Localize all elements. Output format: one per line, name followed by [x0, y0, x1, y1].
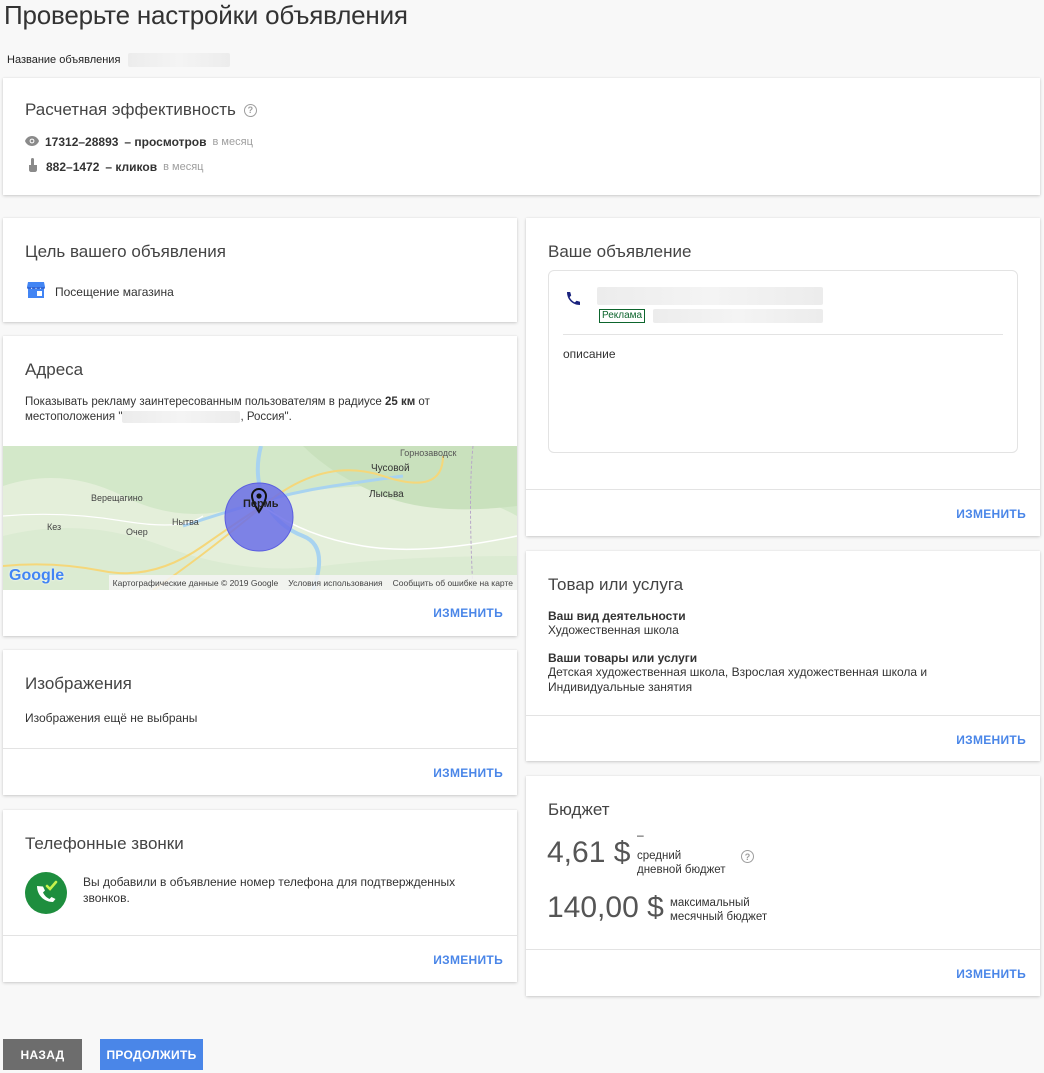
- map-label-place: Чусовой: [371, 463, 410, 474]
- activity-label: Ваш вид деятельности: [548, 609, 686, 623]
- divider: [563, 334, 1003, 335]
- help-icon[interactable]: ?: [243, 103, 257, 117]
- map-label-city: Пермь: [243, 498, 279, 510]
- ad-name-value-blurred: [128, 53, 231, 67]
- touch-icon: [28, 158, 38, 175]
- performance-title: Расчетная эффективность ?: [25, 100, 257, 120]
- ad-description: описание: [563, 347, 616, 361]
- images-card: Изображения Изображения ещё не выбраны И…: [3, 650, 517, 795]
- page-title: Проверьте настройки объявления: [4, 0, 408, 30]
- addresses-change-button[interactable]: ИЗМЕНИТЬ: [433, 606, 503, 620]
- goods-label: Ваши товары или услуги: [548, 651, 698, 665]
- divider: [3, 748, 517, 749]
- daily-amount: 4,61 $: [547, 836, 631, 869]
- help-icon[interactable]: ?: [741, 850, 754, 863]
- map-label-place: Кез: [47, 522, 62, 532]
- divider: [526, 715, 1040, 716]
- images-text: Изображения ещё не выбраны: [25, 711, 198, 725]
- performance-card: Расчетная эффективность ? 17312–28893 – …: [3, 78, 1040, 195]
- your-ad-change-button[interactable]: ИЗМЕНИТЬ: [956, 507, 1026, 521]
- divider: [3, 935, 517, 936]
- goods-value: Детская художественная школа, Взрослая х…: [548, 665, 928, 694]
- addresses-card: Адреса Показывать рекламу заинтересованн…: [3, 336, 517, 636]
- addresses-radius: 25 км: [384, 396, 416, 408]
- addresses-location-blurred: [122, 410, 241, 423]
- clicks-range: 882–1472: [46, 159, 100, 174]
- your-ad-title: Ваше объявление: [548, 242, 692, 261]
- phone-icon: [565, 291, 581, 312]
- store-icon: [26, 280, 46, 304]
- monthly-amount: 140,00 $: [547, 891, 664, 924]
- addresses-location-prefix: местоположения ": [25, 411, 123, 423]
- budget-title: Бюджет: [548, 800, 610, 819]
- your-ad-card: Ваше объявление Реклама описание ИЗМЕНИТ…: [526, 218, 1040, 536]
- divider: [526, 489, 1040, 490]
- ad-name-row: Название объявления: [7, 53, 231, 67]
- map-footer: Картографические данные © 2019 Google Ус…: [108, 575, 517, 590]
- product-card: Товар или услуга Ваш вид деятельности Ху…: [526, 551, 1040, 761]
- map-data-credit: Картографические данные © 2019 Google: [112, 577, 279, 588]
- map-label-place: Горнозаводск: [400, 448, 457, 458]
- phone-verified-icon: [25, 872, 67, 919]
- addresses-text-before: Показывать рекламу заинтересованным поль…: [25, 396, 385, 408]
- goal-row: Посещение магазина: [26, 280, 174, 304]
- daily-label: средний дневной бюджет: [637, 849, 726, 877]
- images-change-button[interactable]: ИЗМЕНИТЬ: [433, 766, 503, 780]
- calls-text: Вы добавили в объявление номер телефона …: [83, 875, 456, 905]
- calls-change-button[interactable]: ИЗМЕНИТЬ: [433, 953, 503, 967]
- daily-label-line2: дневной бюджет: [637, 864, 726, 876]
- ad-headline-blurred: [597, 287, 823, 305]
- addresses-description: Показывать рекламу заинтересованным поль…: [25, 395, 505, 425]
- clicks-row: 882–1472 – кликов в месяц: [28, 158, 203, 175]
- monthly-label-line1: максимальный: [670, 897, 750, 909]
- addresses-title: Адреса: [25, 360, 84, 379]
- map-label-place: Нытва: [172, 517, 199, 527]
- ad-preview: Реклама описание: [548, 270, 1018, 453]
- budget-change-button[interactable]: ИЗМЕНИТЬ: [956, 967, 1026, 981]
- daily-dash: –: [637, 828, 644, 842]
- map-label-place: Лысьва: [369, 489, 404, 500]
- goal-title: Цель вашего объявления: [25, 242, 226, 261]
- monthly-label-line2: месячный бюджет: [670, 911, 768, 923]
- product-title: Товар или услуга: [548, 575, 684, 594]
- calls-card: Телефонные звонки Вы добавили в объявлен…: [3, 810, 517, 982]
- divider: [526, 949, 1040, 950]
- map-label-place: Верещагино: [91, 493, 143, 503]
- addresses-location-suffix: , Россия".: [240, 411, 292, 423]
- images-title: Изображения: [25, 674, 132, 693]
- monthly-label: максимальный месячный бюджет: [670, 896, 767, 924]
- map[interactable]: Пермь Горнозаводск Чусовой Лысьва Вереща…: [3, 446, 517, 590]
- product-change-button[interactable]: ИЗМЕНИТЬ: [956, 733, 1026, 747]
- ad-name-label: Название объявления: [7, 54, 121, 66]
- calls-title: Телефонные звонки: [25, 834, 184, 853]
- addresses-text-after: от: [415, 396, 430, 408]
- views-range: 17312–28893: [45, 135, 119, 149]
- map-terms-link[interactable]: Условия использования: [288, 578, 382, 588]
- ad-url-blurred: [653, 309, 823, 323]
- map-report-link[interactable]: Сообщить об ошибке на карте: [393, 578, 513, 588]
- clicks-label: – кликов: [105, 159, 158, 174]
- daily-label-line1: средний: [637, 850, 682, 862]
- performance-title-text: Расчетная эффективность: [25, 100, 236, 119]
- goal-value: Посещение магазина: [55, 284, 174, 299]
- activity-value: Художественная школа: [548, 623, 679, 637]
- ad-badge: Реклама: [599, 309, 646, 323]
- views-row: 17312–28893 – просмотров в месяц: [25, 135, 253, 149]
- google-logo: Google: [9, 567, 65, 584]
- budget-card: Бюджет 4,61 $ – средний дневной бюджет ?…: [526, 776, 1040, 996]
- eye-icon: [25, 135, 39, 149]
- map-label-place: Очер: [126, 527, 148, 537]
- views-label: – просмотров: [124, 135, 207, 149]
- continue-button[interactable]: ПРОДОЛЖИТЬ: [100, 1039, 203, 1070]
- back-button[interactable]: НАЗАД: [3, 1039, 82, 1070]
- goal-card: Цель вашего объявления Посещение магазин…: [3, 218, 517, 322]
- views-period: в месяц: [212, 136, 253, 148]
- clicks-period: в месяц: [163, 160, 204, 173]
